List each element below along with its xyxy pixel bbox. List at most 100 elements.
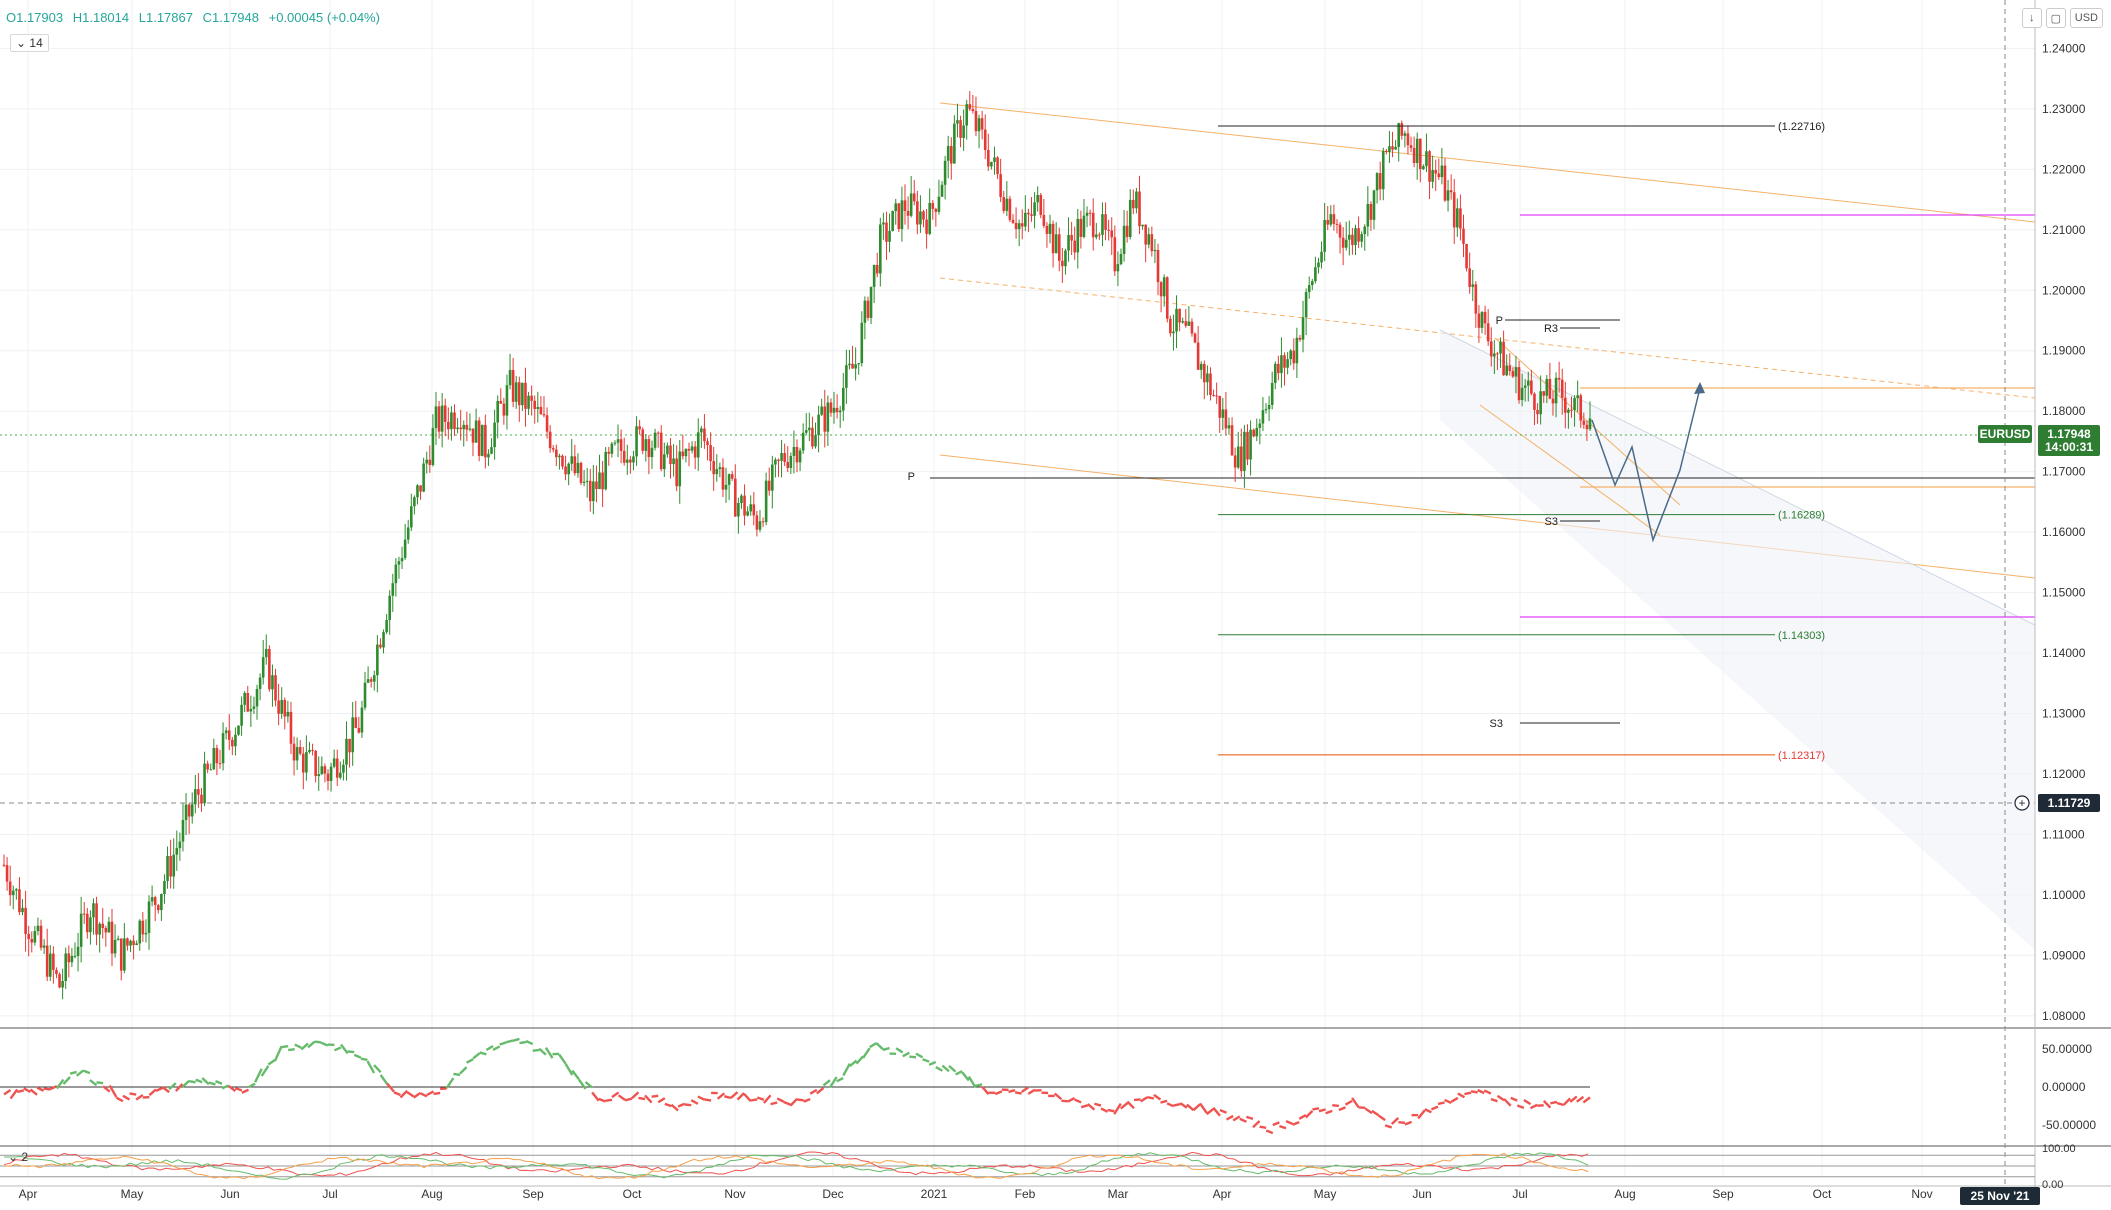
candle-body	[1215, 395, 1218, 397]
osc1-segment	[1516, 1104, 1525, 1110]
osc1-segment	[155, 1086, 164, 1092]
osc1-segment	[1239, 1117, 1247, 1123]
osc1-segment	[386, 1082, 395, 1093]
candle-body	[974, 111, 978, 132]
candle-body	[227, 730, 231, 740]
price-tick-label: 1.23000	[2042, 102, 2086, 116]
candle-body	[965, 104, 969, 126]
osc1-segment	[955, 1070, 963, 1076]
candle-body	[1307, 285, 1311, 293]
candle-body	[302, 753, 305, 773]
candle-body	[110, 921, 114, 954]
candle-body	[746, 511, 749, 516]
osc1-segment	[472, 1052, 481, 1060]
osc1-segment	[1550, 1100, 1558, 1105]
osc1-segment	[1312, 1107, 1320, 1111]
candle-body	[916, 201, 919, 225]
osc1-segment	[340, 1043, 349, 1055]
candle-body	[675, 458, 678, 487]
osc1-segment	[122, 1094, 131, 1101]
time-tick-label: Apr	[19, 1187, 38, 1201]
candle-body	[829, 402, 833, 413]
osc1-segment	[459, 1066, 468, 1075]
candle-body	[141, 920, 145, 935]
chart-canvas[interactable]: P R3 S3 S3 P (1.22716) (1.16289) (1.14303) (1.1…	[0, 0, 2111, 1210]
candle-body	[900, 200, 904, 230]
candle-body	[780, 453, 783, 461]
candle-body	[1264, 409, 1268, 411]
countdown-badge: 14:00:31	[2045, 440, 2093, 454]
candle-body	[1138, 191, 1141, 227]
candle-body	[206, 763, 209, 770]
candle-body	[1221, 409, 1225, 418]
candle-body	[629, 459, 632, 463]
indicator-label[interactable]: ⌄ 14	[10, 34, 49, 52]
candle-body	[1144, 224, 1147, 245]
osc1-segment	[1569, 1095, 1578, 1103]
candle-body	[801, 432, 805, 451]
candle-body	[641, 429, 645, 451]
candle-body	[1459, 208, 1462, 229]
time-tick-label: Jun	[220, 1187, 239, 1201]
candle-body	[953, 123, 956, 164]
candle-body	[339, 772, 342, 778]
time-axis[interactable]: Apr May Jun Jul Aug Sep Oct Nov Dec 2021 Feb Mar Apr…	[0, 1185, 2111, 1201]
price-tick-label: 1.17000	[2042, 465, 2086, 479]
osc1-segment	[1562, 1097, 1572, 1106]
candle-body	[1261, 410, 1265, 424]
candle-body	[1048, 223, 1052, 234]
candle-body	[1027, 212, 1030, 215]
osc1-segment	[406, 1091, 415, 1098]
candle-body	[607, 451, 611, 454]
screenshot-icon[interactable]: ▢	[2045, 8, 2066, 28]
candle-body	[1193, 333, 1197, 343]
osc1-segment	[1496, 1094, 1505, 1102]
candle-body	[1162, 277, 1166, 297]
osc1-segment	[1457, 1092, 1466, 1099]
candle-body	[1588, 418, 1592, 430]
osc1-segment	[763, 1094, 772, 1104]
osc1-segment	[1259, 1125, 1267, 1130]
osc1-segment	[605, 1098, 613, 1103]
candle-body	[172, 854, 176, 877]
time-tick-label: Aug	[1614, 1187, 1635, 1201]
download-icon[interactable]: ↓	[2021, 8, 2042, 28]
candle-body	[835, 407, 839, 413]
candle-body	[400, 557, 404, 562]
osc1-segment	[419, 1092, 428, 1098]
indicator2-label[interactable]: ⌄ 2	[8, 1150, 28, 1164]
candle-body	[977, 118, 981, 132]
candle-body	[1317, 262, 1320, 268]
candle-body	[1277, 363, 1280, 374]
candle-body	[200, 794, 203, 804]
candle-body	[619, 439, 623, 451]
osc1-segment	[1100, 1107, 1109, 1113]
candle-body	[1502, 341, 1505, 376]
candle-body	[169, 856, 172, 877]
candle-body	[283, 700, 287, 717]
currency-button[interactable]: USD	[2069, 8, 2103, 28]
candle-body	[1560, 379, 1564, 398]
candle-body	[622, 450, 626, 463]
osc1-segment	[1424, 1108, 1432, 1114]
osc1-segment	[1232, 1115, 1241, 1122]
candle-body	[1351, 234, 1354, 246]
candle-body	[234, 734, 237, 747]
candle-body	[983, 129, 987, 150]
candle-body	[777, 459, 780, 461]
candle-body	[555, 449, 558, 458]
candle-body	[138, 920, 142, 944]
candle-body	[1428, 151, 1431, 182]
price-axis[interactable]: 1.24000 1.23000 1.22000 1.21000 1.20000 1.190…	[2034, 0, 2086, 1188]
candle-body	[1449, 190, 1453, 193]
candle-body	[743, 495, 746, 516]
osc1-segment	[181, 1079, 190, 1088]
candle-body	[841, 387, 845, 411]
candle-body	[1462, 228, 1465, 244]
candle-body	[240, 704, 243, 726]
ohlc-change: +0.00045 (+0.04%)	[268, 10, 380, 25]
time-tick-label: May	[121, 1187, 144, 1201]
candle-body	[447, 421, 450, 430]
osc1-segment	[657, 1097, 666, 1104]
price-tick-label: 1.09000	[2042, 948, 2086, 962]
